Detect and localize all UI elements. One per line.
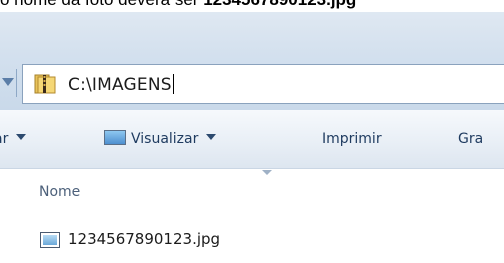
separator bbox=[16, 69, 17, 97]
burn-button[interactable]: Gra bbox=[458, 130, 483, 148]
sort-arrow-icon bbox=[262, 170, 272, 175]
column-name-header[interactable]: Nome bbox=[39, 184, 80, 200]
instruction-caption: o nome da foto deverá ser 1234567890123.… bbox=[0, 0, 504, 11]
print-label: Imprimir bbox=[322, 131, 382, 147]
address-path: C:\IMAGENS bbox=[68, 75, 172, 95]
view-button[interactable]: Visualizar bbox=[104, 130, 217, 148]
view-icon bbox=[104, 130, 126, 145]
navigation-bar: C:\IMAGENS bbox=[0, 12, 504, 110]
image-file-icon bbox=[40, 232, 60, 248]
folder-icon bbox=[34, 74, 56, 94]
text-caret bbox=[172, 74, 174, 94]
list-item[interactable]: 1234567890123.jpg bbox=[0, 226, 504, 256]
column-header: Nome bbox=[0, 170, 504, 212]
burn-label: Gra bbox=[458, 131, 484, 147]
caption-filename: 1234567890123.jpg bbox=[203, 0, 356, 9]
view-label: Visualizar bbox=[131, 131, 199, 147]
dropdown-arrow-icon bbox=[16, 134, 27, 140]
caption-text: o nome da foto deverá ser bbox=[0, 0, 203, 9]
address-bar[interactable]: C:\IMAGENS bbox=[22, 64, 504, 104]
dropdown-arrow-icon bbox=[206, 134, 217, 140]
command-bar: ar Visualizar Imprimir Gra bbox=[0, 110, 504, 169]
address-input[interactable]: C:\IMAGENS bbox=[68, 74, 174, 96]
organize-label: ar bbox=[0, 131, 9, 147]
chevron-down-icon[interactable] bbox=[2, 78, 14, 86]
organize-button[interactable]: ar bbox=[0, 130, 27, 148]
print-button[interactable]: Imprimir bbox=[322, 130, 382, 148]
file-name: 1234567890123.jpg bbox=[68, 230, 221, 248]
